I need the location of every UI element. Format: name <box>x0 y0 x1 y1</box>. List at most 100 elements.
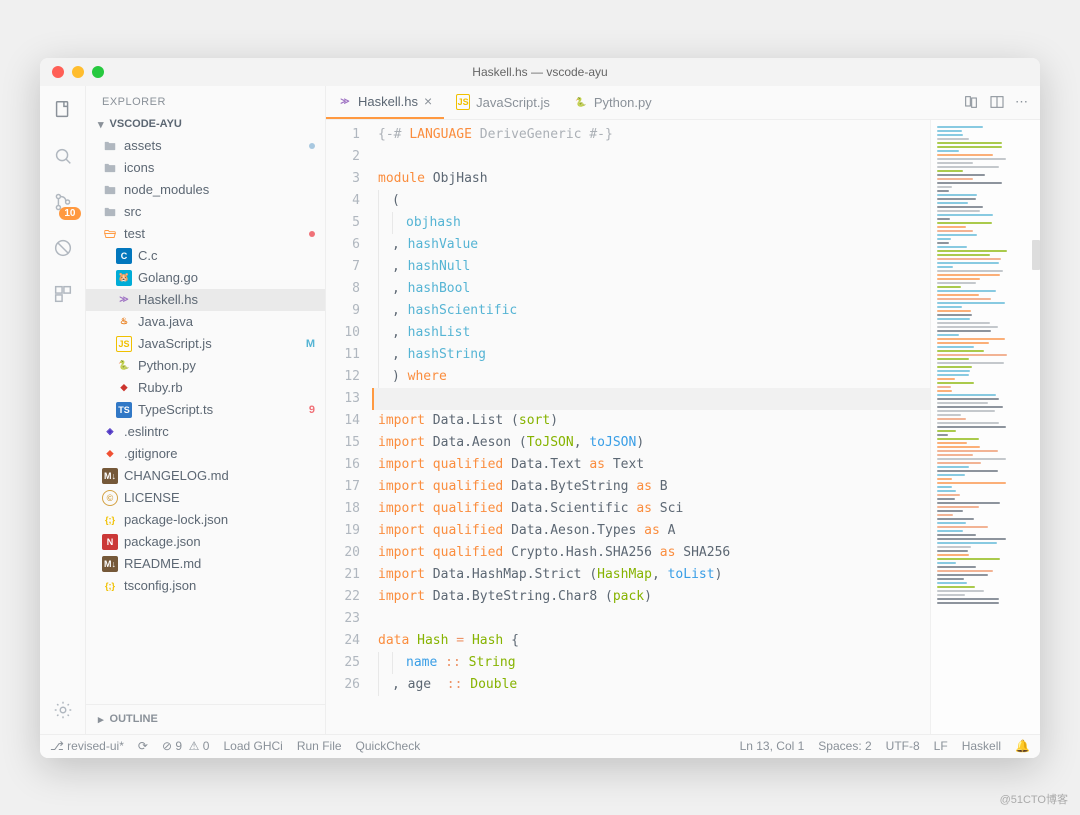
bell-icon[interactable]: 🔔 <box>1015 739 1030 753</box>
tree-row-tsconfig-json[interactable]: {;} tsconfig.json <box>86 575 325 597</box>
folder-header[interactable]: ▾ VSCODE-AYU <box>86 114 325 135</box>
editor-body: 1234567891011121314151617181920212223242… <box>326 120 1040 734</box>
file-icon: N <box>102 534 118 550</box>
dot-badge <box>309 143 315 149</box>
git-branch[interactable]: ⎇ revised-ui* <box>50 739 124 753</box>
file-icon <box>102 138 118 154</box>
eol[interactable]: LF <box>934 739 948 753</box>
status-bar: ⎇ revised-ui* ⟳ ⊘ 9 ⚠ 0 Load GHCi Run Fi… <box>40 734 1040 758</box>
sidebar-title: EXPLORER <box>86 86 325 114</box>
file-label: CHANGELOG.md <box>124 468 315 483</box>
tree-row-c-c[interactable]: CC.c <box>86 245 325 267</box>
tab-label: JavaScript.js <box>476 95 550 110</box>
minimize-window-icon[interactable] <box>72 66 84 78</box>
problems[interactable]: ⊘ 9 ⚠ 0 <box>162 739 210 753</box>
tab-actions: ⋯ <box>963 94 1040 110</box>
chevron-right-icon: ▸ <box>98 713 104 726</box>
tab-javascript-js[interactable]: JSJavaScript.js <box>444 86 562 119</box>
file-icon <box>102 160 118 176</box>
status-run-file[interactable]: Run File <box>297 739 342 753</box>
search-icon[interactable] <box>49 142 77 170</box>
tree-row-license[interactable]: ©LICENSE <box>86 487 325 509</box>
status-load-ghci[interactable]: Load GHCi <box>223 739 282 753</box>
tree-row-assets[interactable]: assets <box>86 135 325 157</box>
file-icon: {;} <box>102 512 118 528</box>
close-tab-icon[interactable]: × <box>424 93 432 109</box>
encoding[interactable]: UTF-8 <box>886 739 920 753</box>
file-icon: ≫ <box>116 292 132 308</box>
file-label: Golang.go <box>138 270 315 285</box>
tree-row-test[interactable]: test <box>86 223 325 245</box>
tree-row-node-modules[interactable]: node_modules <box>86 179 325 201</box>
file-label: README.md <box>124 556 315 571</box>
explorer-icon[interactable] <box>49 96 77 124</box>
content: 10 EXPLORER ▾ VSCODE-AYU assets icons node… <box>40 86 1040 734</box>
tree-row-typescript-ts[interactable]: TSTypeScript.ts9 <box>86 399 325 421</box>
tree-row-javascript-js[interactable]: JSJavaScript.jsM <box>86 333 325 355</box>
tree-row-src[interactable]: src <box>86 201 325 223</box>
tree-row--gitignore[interactable]: ◆.gitignore <box>86 443 325 465</box>
scm-icon[interactable]: 10 <box>49 188 77 216</box>
file-label: tsconfig.json <box>124 578 315 593</box>
file-icon: ◈ <box>102 424 118 440</box>
scm-badge: 10 <box>59 207 80 220</box>
outline-label: OUTLINE <box>110 713 158 725</box>
more-icon[interactable]: ⋯ <box>1015 94 1028 110</box>
window-title: Haskell.hs — vscode-ayu <box>40 65 1040 79</box>
file-icon: 🐍 <box>116 358 132 374</box>
file-label: package-lock.json <box>124 512 315 527</box>
tree-row-haskell-hs[interactable]: ≫ Haskell.hs <box>86 289 325 311</box>
tab-bar: ≫Haskell.hs×JSJavaScript.js🐍Python.py ⋯ <box>326 86 1040 120</box>
file-label: icons <box>124 160 315 175</box>
tab-haskell-hs[interactable]: ≫Haskell.hs× <box>326 86 444 119</box>
code-editor[interactable]: 1234567891011121314151617181920212223242… <box>326 120 930 734</box>
file-label: .eslintrc <box>124 424 315 439</box>
split-editor-icon[interactable] <box>989 94 1005 110</box>
file-label: LICENSE <box>124 490 315 505</box>
indentation[interactable]: Spaces: 2 <box>818 739 871 753</box>
file-icon: M↓ <box>102 556 118 572</box>
tree-row-golang-go[interactable]: 🐹Golang.go <box>86 267 325 289</box>
file-label: node_modules <box>124 182 315 197</box>
tree-row-readme-md[interactable]: M↓ README.md <box>86 553 325 575</box>
language-mode[interactable]: Haskell <box>962 739 1001 753</box>
file-label: test <box>124 226 309 241</box>
minimap[interactable] <box>930 120 1040 734</box>
tree-row-ruby-rb[interactable]: ◆Ruby.rb <box>86 377 325 399</box>
file-icon: ≫ <box>338 94 352 108</box>
folder-name-label: VSCODE-AYU <box>110 118 182 130</box>
tab-python-py[interactable]: 🐍Python.py <box>562 86 664 119</box>
maximize-window-icon[interactable] <box>92 66 104 78</box>
close-window-icon[interactable] <box>52 66 64 78</box>
file-icon: ◆ <box>116 380 132 396</box>
tab-label: Python.py <box>594 95 652 110</box>
dot-badge <box>309 231 315 237</box>
file-tree: assets icons node_modulessrc test CC.c🐹Golan… <box>86 135 325 704</box>
settings-icon[interactable] <box>49 696 77 724</box>
file-label: package.json <box>124 534 315 549</box>
traffic-lights <box>52 66 104 78</box>
sidebar: EXPLORER ▾ VSCODE-AYU assets icons node_mo… <box>86 86 326 734</box>
tree-row-changelog-md[interactable]: M↓CHANGELOG.md <box>86 465 325 487</box>
compare-changes-icon[interactable] <box>963 94 979 110</box>
titlebar[interactable]: Haskell.hs — vscode-ayu <box>40 58 1040 86</box>
file-icon: {;} <box>102 578 118 594</box>
status-quickcheck[interactable]: QuickCheck <box>356 739 421 753</box>
line-gutter: 1234567891011121314151617181920212223242… <box>326 120 372 734</box>
extensions-icon[interactable] <box>49 280 77 308</box>
tree-row-java-java[interactable]: ♨Java.java <box>86 311 325 333</box>
file-label: JavaScript.js <box>138 336 306 351</box>
cursor-position[interactable]: Ln 13, Col 1 <box>740 739 805 753</box>
file-label: Haskell.hs <box>138 292 315 307</box>
debug-icon[interactable] <box>49 234 77 262</box>
minimap-viewport[interactable] <box>1032 240 1040 270</box>
outline-header[interactable]: ▸ OUTLINE <box>86 704 325 734</box>
tree-row-icons[interactable]: icons <box>86 157 325 179</box>
file-icon: TS <box>116 402 132 418</box>
sync-icon[interactable]: ⟳ <box>138 739 148 753</box>
tree-row-package-lock-json[interactable]: {;} package-lock.json <box>86 509 325 531</box>
tree-row-package-json[interactable]: Npackage.json <box>86 531 325 553</box>
tree-row--eslintrc[interactable]: ◈ .eslintrc <box>86 421 325 443</box>
tree-row-python-py[interactable]: 🐍Python.py <box>86 355 325 377</box>
error-count-badge: 9 <box>309 404 315 416</box>
